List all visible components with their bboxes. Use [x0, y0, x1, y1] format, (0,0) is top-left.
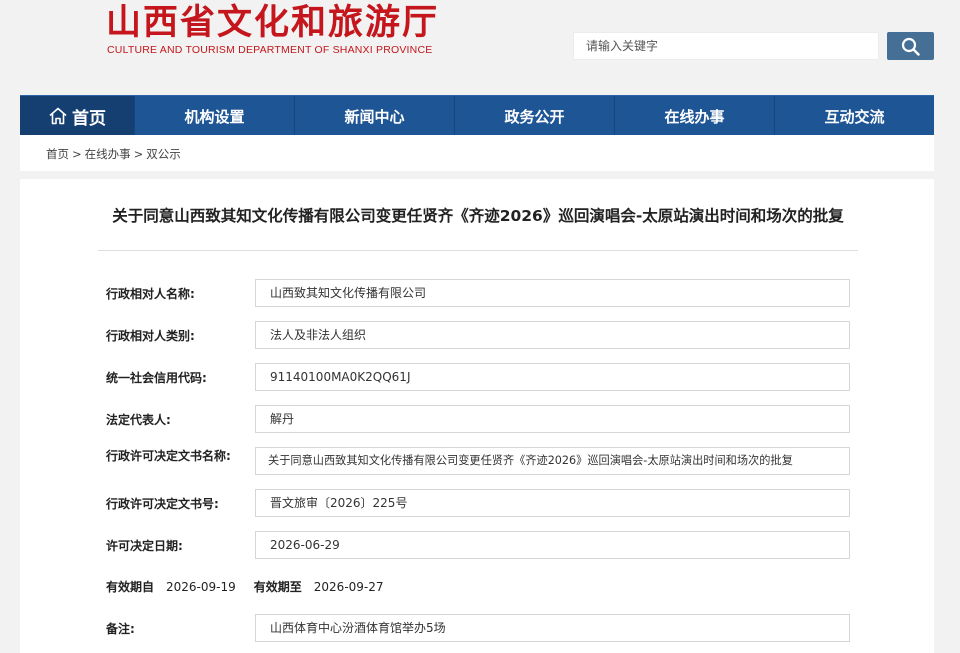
- remarks-row: 备注: 山西体育中心汾酒体育馆举办5场: [106, 614, 851, 642]
- field-label: 法定代表人:: [106, 413, 171, 427]
- field-value: 解丹: [255, 405, 850, 433]
- nav-home[interactable]: 首页: [20, 96, 134, 136]
- breadcrumb-current: 双公示: [146, 147, 181, 161]
- home-icon: [49, 107, 67, 125]
- field-label: 行政许可决定文书名称:: [106, 449, 231, 463]
- field-row: 法定代表人: 解丹: [106, 405, 851, 433]
- validity-period: 有效期自 2026-09-19 有效期至 2026-09-27: [106, 578, 402, 595]
- breadcrumb-separator: >: [133, 147, 144, 161]
- breadcrumb-online-services[interactable]: 在线办事: [85, 147, 131, 161]
- field-row: 统一社会信用代码: 91140100MA0K2QQ61J: [106, 363, 851, 391]
- site-header: 山西省文化和旅游厅 CULTURE AND TOURISM DEPARTMENT…: [0, 0, 960, 90]
- field-label: 行政相对人类别:: [106, 329, 195, 343]
- field-row: 行政相对人类别: 法人及非法人组织: [106, 321, 851, 349]
- search-button[interactable]: [887, 32, 934, 60]
- field-value: 山西致其知文化传播有限公司: [255, 279, 850, 307]
- nav-item-online-services[interactable]: 在线办事: [614, 96, 774, 136]
- nav-item-org[interactable]: 机构设置: [134, 96, 294, 136]
- field-row: 行政许可决定文书名称: 关于同意山西致其知文化传播有限公司变更任贤齐《齐迹202…: [106, 447, 851, 475]
- field-label: 行政相对人名称:: [106, 287, 195, 301]
- nav-item-news[interactable]: 新闻中心: [294, 96, 454, 136]
- valid-to-label: 有效期至: [253, 580, 302, 594]
- valid-to-value: 2026-09-27: [313, 580, 384, 594]
- breadcrumb-separator: >: [72, 147, 82, 161]
- main-nav: 首页 机构设置 新闻中心 政务公开 在线办事 互动交流: [20, 95, 934, 136]
- valid-from-label: 有效期自: [106, 580, 155, 594]
- breadcrumb: 首页 > 在线办事 > 双公示: [46, 146, 181, 162]
- document-panel: 关于同意山西致其知文化传播有限公司变更任贤齐《齐迹2026》巡回演唱会-太原站演…: [20, 179, 934, 653]
- site-title[interactable]: 山西省文化和旅游厅: [106, 2, 439, 44]
- remarks-label: 备注:: [106, 622, 135, 636]
- site-subtitle: CULTURE AND TOURISM DEPARTMENT OF SHANXI…: [107, 44, 433, 56]
- title-divider: [98, 250, 858, 251]
- field-value: 关于同意山西致其知文化传播有限公司变更任贤齐《齐迹2026》巡回演唱会-太原站演…: [255, 447, 850, 475]
- field-row: 许可决定日期: 2026-06-29: [106, 531, 851, 559]
- search-input[interactable]: [574, 33, 878, 59]
- nav-item-gov-affairs[interactable]: 政务公开: [454, 96, 614, 136]
- nav-home-label: 首页: [72, 108, 106, 129]
- field-label: 统一社会信用代码:: [106, 371, 207, 385]
- remarks-value: 山西体育中心汾酒体育馆举办5场: [255, 614, 850, 642]
- field-row: 行政相对人名称: 山西致其知文化传播有限公司: [106, 279, 851, 307]
- field-label: 许可决定日期:: [106, 539, 183, 553]
- search-field[interactable]: [573, 32, 879, 60]
- field-value: 2026-06-29: [255, 531, 850, 559]
- breadcrumb-bar: 首页 > 在线办事 > 双公示: [20, 135, 934, 171]
- breadcrumb-home[interactable]: 首页: [46, 147, 69, 161]
- document-title: 关于同意山西致其知文化传播有限公司变更任贤齐《齐迹2026》巡回演唱会-太原站演…: [112, 207, 844, 225]
- field-value: 晋文旅审〔2026〕225号: [255, 489, 850, 517]
- valid-from-value: 2026-09-19: [166, 580, 236, 594]
- field-label: 行政许可决定文书号:: [106, 497, 219, 511]
- field-value: 法人及非法人组织: [255, 321, 850, 349]
- search-icon: [901, 37, 920, 56]
- field-row: 行政许可决定文书号: 晋文旅审〔2026〕225号: [106, 489, 851, 517]
- nav-item-interaction[interactable]: 互动交流: [774, 96, 934, 136]
- field-value: 91140100MA0K2QQ61J: [255, 363, 850, 391]
